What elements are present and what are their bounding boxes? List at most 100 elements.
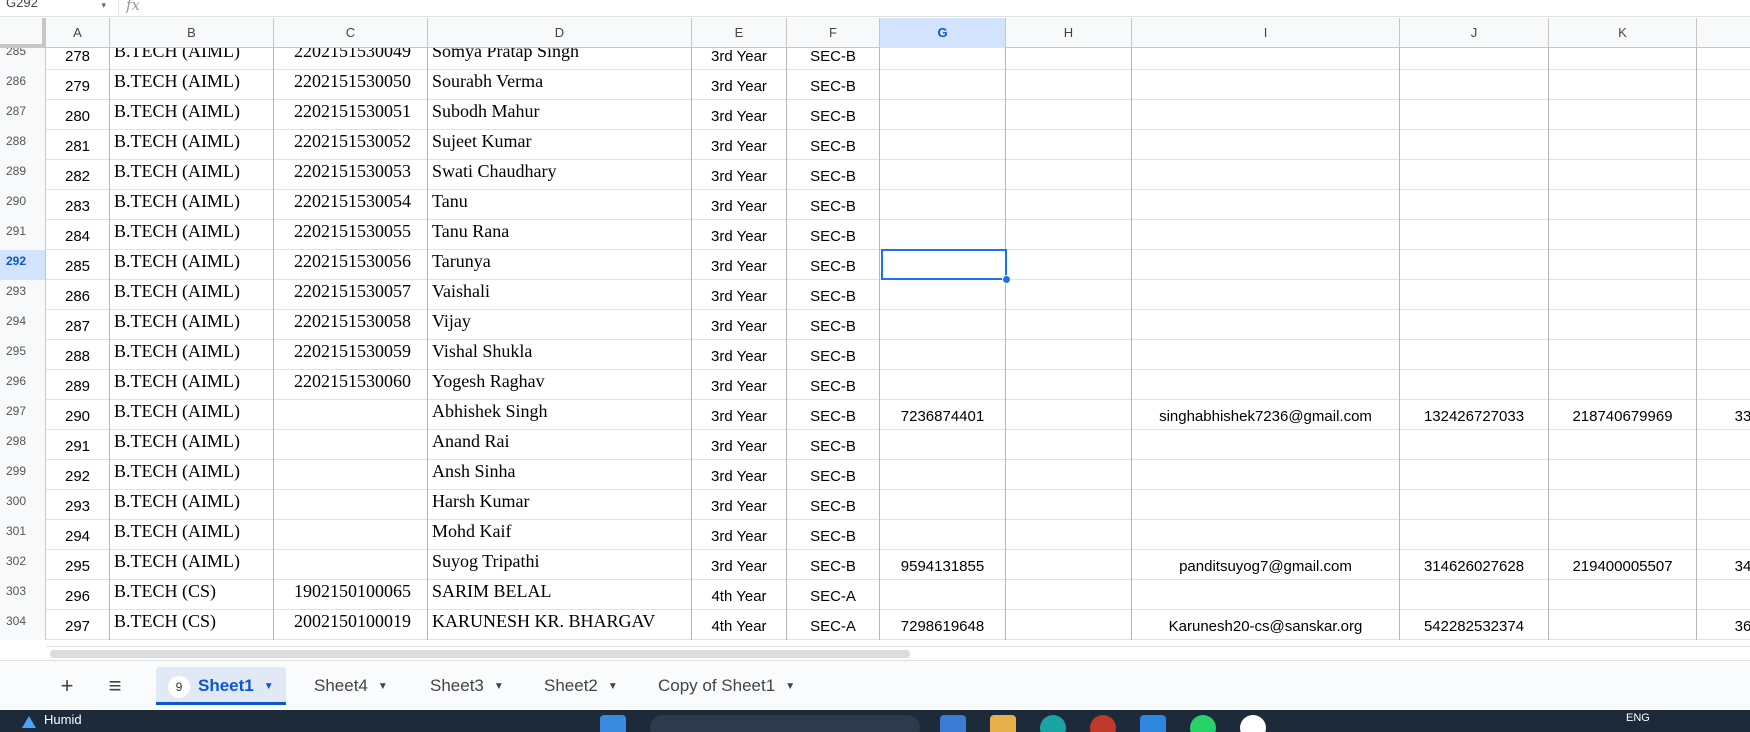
cell-g[interactable] — [880, 310, 1006, 340]
cell-k[interactable] — [1549, 48, 1697, 70]
cell-d[interactable]: Yogesh Raghav — [428, 370, 692, 400]
chevron-down-icon[interactable]: ▼ — [785, 668, 795, 706]
chrome-icon[interactable] — [1090, 715, 1116, 732]
cell-e[interactable]: 3rd Year — [692, 340, 787, 370]
taskbar-search-input[interactable] — [650, 715, 920, 732]
cell-l[interactable] — [1697, 70, 1750, 100]
cell-k[interactable] — [1549, 490, 1697, 520]
cell-j[interactable] — [1400, 220, 1549, 250]
cell-i[interactable] — [1132, 48, 1400, 70]
chevron-down-icon[interactable]: ▼ — [264, 668, 274, 706]
cell-l[interactable] — [1697, 580, 1750, 610]
cell-g[interactable]: 7298619648 — [880, 610, 1006, 640]
cell-c[interactable] — [274, 520, 428, 550]
cell-b[interactable]: B.TECH (CS) — [110, 610, 274, 640]
cell-e[interactable]: 4th Year — [692, 610, 787, 640]
row-header[interactable]: 304 — [0, 610, 46, 640]
cell-k[interactable] — [1549, 310, 1697, 340]
cell-k[interactable] — [1549, 220, 1697, 250]
cell-h[interactable] — [1006, 220, 1132, 250]
cell-b[interactable]: B.TECH (AIML) — [110, 160, 274, 190]
cell-d[interactable]: Sujeet Kumar — [428, 130, 692, 160]
cell-a[interactable]: 280 — [46, 100, 110, 130]
cell-a[interactable]: 294 — [46, 520, 110, 550]
all-sheets-menu-icon[interactable]: ≡ — [100, 671, 130, 701]
row-header[interactable]: 286 — [0, 70, 46, 100]
cell-g[interactable] — [880, 580, 1006, 610]
cell-b[interactable]: B.TECH (AIML) — [110, 430, 274, 460]
cell-c[interactable] — [274, 490, 428, 520]
cell-l[interactable] — [1697, 310, 1750, 340]
chevron-down-icon[interactable]: ▼ — [608, 668, 618, 706]
cell-d[interactable]: Anand Rai — [428, 430, 692, 460]
cell-e[interactable]: 3rd Year — [692, 160, 787, 190]
cell-i[interactable] — [1132, 310, 1400, 340]
cell-e[interactable]: 3rd Year — [692, 430, 787, 460]
cell-d[interactable]: Tanu Rana — [428, 220, 692, 250]
row-header[interactable]: 303 — [0, 580, 46, 610]
cell-f[interactable]: SEC-B — [787, 70, 880, 100]
cell-f[interactable]: SEC-B — [787, 520, 880, 550]
cell-d[interactable]: Somya Pratap Singh — [428, 48, 692, 70]
cell-i[interactable] — [1132, 280, 1400, 310]
start-icon[interactable] — [600, 715, 626, 732]
cell-f[interactable]: SEC-B — [787, 48, 880, 70]
cell-h[interactable] — [1006, 550, 1132, 580]
cell-l[interactable] — [1697, 130, 1750, 160]
add-sheet-button[interactable]: + — [52, 671, 82, 701]
cell-j[interactable] — [1400, 160, 1549, 190]
cell-g[interactable]: 9594131855 — [880, 550, 1006, 580]
cell-i[interactable] — [1132, 370, 1400, 400]
cell-h[interactable] — [1006, 130, 1132, 160]
cell-j[interactable]: 542282532374 — [1400, 610, 1549, 640]
folder-icon[interactable] — [990, 715, 1016, 732]
cell-c[interactable] — [274, 550, 428, 580]
cell-f[interactable]: SEC-A — [787, 580, 880, 610]
column-header-g[interactable]: G — [880, 18, 1006, 48]
cell-c[interactable]: 2202151530051 — [274, 100, 428, 130]
row-header[interactable]: 287 — [0, 100, 46, 130]
cell-d[interactable]: KARUNESH KR. BHARGAV — [428, 610, 692, 640]
chevron-down-icon[interactable]: ▼ — [494, 668, 504, 706]
cell-k[interactable] — [1549, 610, 1697, 640]
row-header[interactable]: 300 — [0, 490, 46, 520]
cell-d[interactable]: Harsh Kumar — [428, 490, 692, 520]
cell-f[interactable]: SEC-B — [787, 280, 880, 310]
cell-j[interactable] — [1400, 580, 1549, 610]
cell-l[interactable] — [1697, 280, 1750, 310]
cell-l[interactable]: 36 — [1697, 610, 1750, 640]
cell-d[interactable]: Vijay — [428, 310, 692, 340]
cell-j[interactable] — [1400, 460, 1549, 490]
cell-c[interactable] — [274, 400, 428, 430]
cell-b[interactable]: B.TECH (AIML) — [110, 520, 274, 550]
cell-j[interactable] — [1400, 130, 1549, 160]
cell-e[interactable]: 3rd Year — [692, 460, 787, 490]
cell-i[interactable] — [1132, 430, 1400, 460]
cell-b[interactable]: B.TECH (AIML) — [110, 220, 274, 250]
cell-e[interactable]: 3rd Year — [692, 250, 787, 280]
cell-k[interactable] — [1549, 430, 1697, 460]
row-header[interactable]: 293 — [0, 280, 46, 310]
cell-g[interactable] — [880, 48, 1006, 70]
row-header[interactable]: 289 — [0, 160, 46, 190]
cell-b[interactable]: B.TECH (AIML) — [110, 370, 274, 400]
cell-a[interactable]: 285 — [46, 250, 110, 280]
cell-i[interactable] — [1132, 460, 1400, 490]
cell-b[interactable]: B.TECH (AIML) — [110, 340, 274, 370]
cell-g[interactable] — [880, 460, 1006, 490]
fill-handle[interactable] — [1002, 275, 1011, 284]
cell-d[interactable]: Abhishek Singh — [428, 400, 692, 430]
cell-g[interactable] — [880, 160, 1006, 190]
cell-e[interactable]: 3rd Year — [692, 70, 787, 100]
cell-i[interactable] — [1132, 100, 1400, 130]
cell-k[interactable] — [1549, 190, 1697, 220]
cell-b[interactable]: B.TECH (AIML) — [110, 280, 274, 310]
column-header-k[interactable]: K — [1549, 18, 1697, 48]
cell-f[interactable]: SEC-B — [787, 370, 880, 400]
cell-b[interactable]: B.TECH (AIML) — [110, 400, 274, 430]
cell-a[interactable]: 279 — [46, 70, 110, 100]
cell-j[interactable] — [1400, 70, 1549, 100]
edge-icon[interactable] — [1040, 715, 1066, 732]
cell-c[interactable]: 2202151530052 — [274, 130, 428, 160]
cell-f[interactable]: SEC-B — [787, 310, 880, 340]
